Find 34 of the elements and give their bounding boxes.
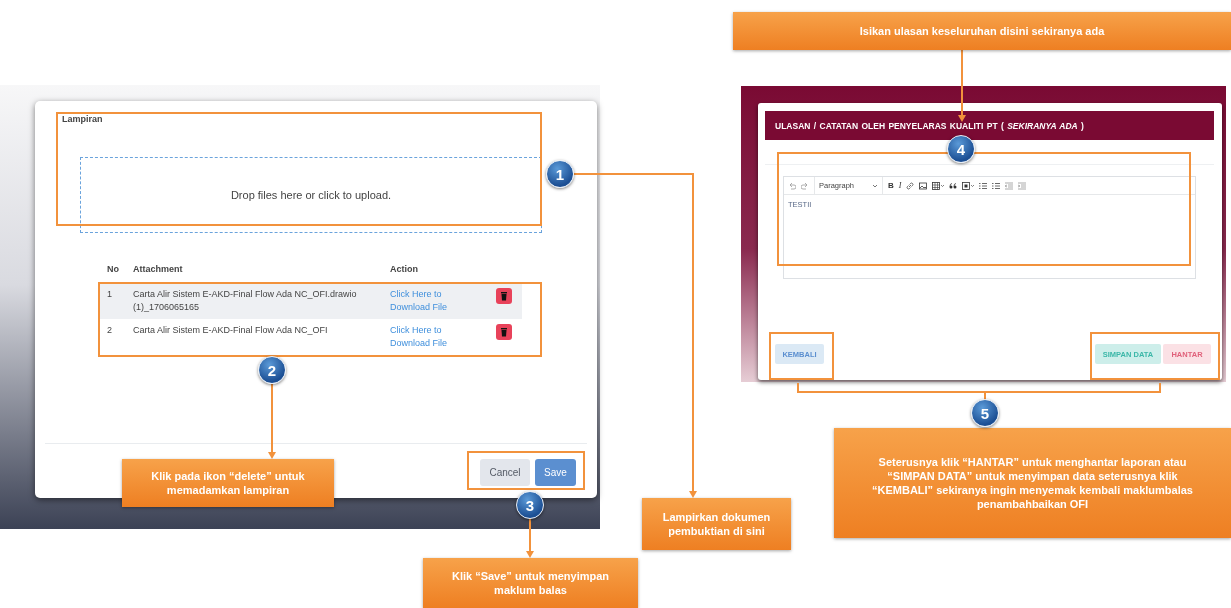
media-embed-icon[interactable]	[962, 181, 975, 190]
italic-button[interactable]: I	[898, 181, 902, 190]
callout-box: Lampirkan dokumen pembuktian di sini	[642, 498, 791, 550]
table-cell: Carta Alir Sistem E-AKD-Final Flow Ada NC_OFI	[126, 319, 383, 355]
table-cell: 1	[100, 283, 126, 319]
bulleted-list-icon[interactable]	[979, 181, 988, 190]
image-icon[interactable]	[919, 181, 928, 190]
callout-box: Klik “Save” untuk menyimpan maklum balas	[423, 558, 638, 608]
callout-box: Isikan ulasan keseluruhan disini sekiranya ada	[733, 12, 1231, 50]
table-cell: 2	[100, 319, 126, 355]
action-button[interactable]: Save	[535, 459, 576, 486]
delete-icon[interactable]	[496, 288, 512, 304]
column-header: Action	[389, 263, 419, 276]
delete-icon[interactable]	[496, 324, 512, 340]
chevron-down-icon	[872, 182, 879, 189]
callout-box: Klik pada ikon “delete” untuk memadamkan lampiran	[122, 459, 334, 507]
download-link[interactable]: Click Here to Download File	[390, 288, 482, 314]
column-header: No	[106, 263, 120, 276]
table-icon[interactable]	[932, 181, 945, 190]
step-badge: 5	[971, 399, 999, 427]
callout-box: Seterusnya klik “HANTAR” untuk menghantar laporan atau “SIMPAN DATA” untuk menyimpan data seterusnya klik “KEMBALI” sekiranya ingin menyemak kembali maklumbalas penambahbaikan OFI	[834, 428, 1231, 538]
dropzone-text: Drop files here or click to upload.	[230, 189, 392, 201]
action-button[interactable]: Cancel	[480, 459, 530, 486]
numbered-list-icon[interactable]	[992, 181, 1001, 190]
leader-line	[526, 518, 534, 558]
table-cell: Carta Alir Sistem E-AKD-Final Flow Ada NC_OFI.drawio (1)_1706065165	[126, 283, 383, 319]
column-header: Attachment	[132, 263, 184, 276]
field-label: Lampiran	[62, 113, 104, 125]
bold-button[interactable]: B	[888, 181, 894, 190]
quote-icon[interactable]	[949, 181, 958, 190]
section-heading: ULASAN / CATATAN OLEH PENYELARAS KUALITI PT ( SEKIRANYA ADA )	[765, 111, 1214, 140]
download-link[interactable]: Click Here to Download File	[390, 324, 482, 350]
link-icon[interactable]	[906, 181, 915, 190]
highlight-frame	[769, 332, 834, 380]
